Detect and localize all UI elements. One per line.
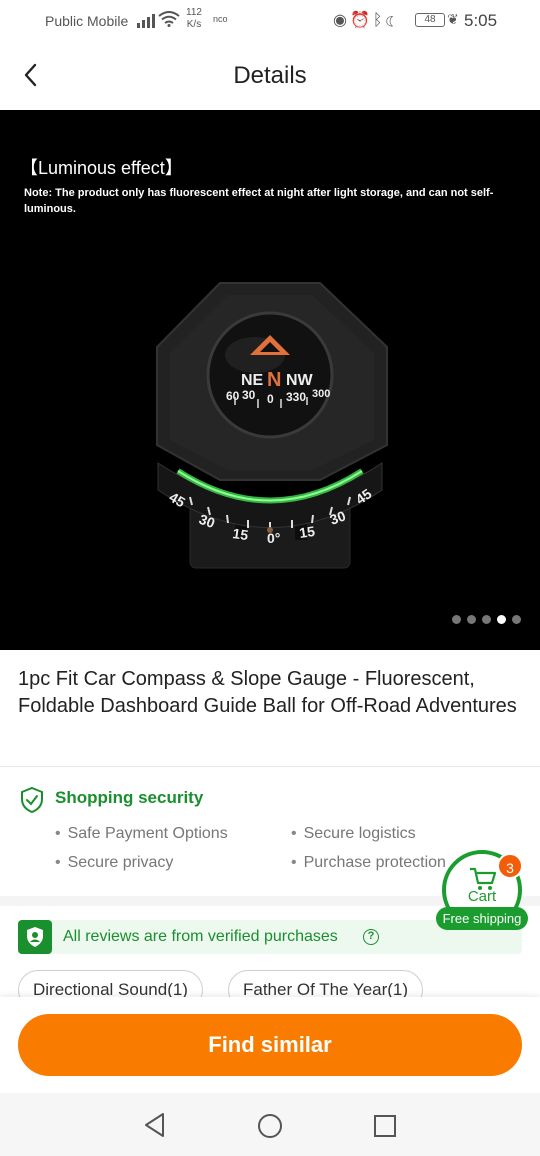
carousel-dot[interactable] [467,615,476,624]
security-item: Secure logistics [291,825,416,843]
bottom-action-bar: Find similar [0,997,540,1093]
network-speed-value: 112 [186,7,202,18]
carousel-dot[interactable] [452,615,461,624]
carousel-dot[interactable] [482,615,491,624]
compass-product-image: 45 30 15 0° 15 30 45 NE N NW 60 30 0 330… [156,282,388,569]
svg-text:N: N [267,369,281,391]
eye-icon: ◉ [333,12,350,29]
carousel-dots [452,615,521,624]
svg-text:NE: NE [241,372,264,389]
carrier-name: Public Mobile [45,13,129,29]
luminous-effect-note: Note: The product only has fluorescent e… [24,187,494,215]
security-item: Purchase protection [291,854,446,872]
nfc-indicator: nco [213,14,228,24]
product-title: 1pc Fit Car Compass & Slope Gauge - Fluo… [18,668,517,717]
leaf-icon: ❦ [447,11,459,27]
alarm-icon: ⏰ [349,12,373,29]
network-speed-unit: K/s [186,19,202,30]
shield-check-icon [21,786,43,814]
cart-label: Cart [467,888,497,905]
svg-text:NW: NW [286,372,314,389]
svg-text:300: 300 [312,388,330,400]
page-title: Details [233,62,307,89]
svg-text:30: 30 [242,388,256,402]
svg-text:0: 0 [267,392,274,406]
review-tag[interactable]: Father Of The Year(1) [228,970,424,997]
system-navigation-bar [0,1093,540,1156]
carousel-dot[interactable] [512,615,521,624]
moon-icon: ☾ [385,12,399,29]
svg-text:60: 60 [226,389,240,403]
free-shipping-badge: Free shipping [436,907,528,930]
nav-back-icon[interactable] [142,1111,168,1139]
verified-user-icon [18,920,52,954]
svg-text:15: 15 [232,525,250,543]
status-icons: ◉⏰ᛒ☾ [333,10,398,30]
carousel-dot-active[interactable] [497,615,506,624]
verified-reviews-text: All reviews are from verified purchases [63,928,338,945]
product-image-carousel[interactable]: 【Luminous effect】 Note: The product only… [0,110,540,650]
status-bar: Public Mobile 112 K/s nco ◉⏰ᛒ☾ 48 ❦ 5:05 [0,0,540,42]
clock: 5:05 [464,11,498,30]
divider [0,766,540,767]
review-tag[interactable]: Directional Sound(1) [18,970,203,997]
help-icon[interactable]: ? [363,929,379,945]
network-speed: 112 K/s [186,7,202,31]
wifi-icon [158,11,180,31]
shopping-security-title: Shopping security [55,788,204,807]
svg-text:330: 330 [286,390,306,404]
battery-icon: 48 [415,13,445,27]
security-item: Safe Payment Options [55,825,228,843]
nav-home-icon[interactable] [256,1112,284,1140]
luminous-effect-title: 【Luminous effect】 [20,158,183,178]
find-similar-button[interactable]: Find similar [18,1014,522,1076]
signal-icon [137,12,155,28]
nav-recents-icon[interactable] [372,1113,398,1139]
security-item: Secure privacy [55,854,174,872]
page-header: Details [0,42,540,110]
floating-cart-button[interactable]: Cart 3 Free shipping [436,850,528,934]
svg-text:15: 15 [298,523,316,541]
bluetooth-icon: ᛒ [372,12,386,29]
review-tags: Directional Sound(1) Father Of The Year(… [0,970,540,997]
cart-count-badge: 3 [497,853,523,879]
